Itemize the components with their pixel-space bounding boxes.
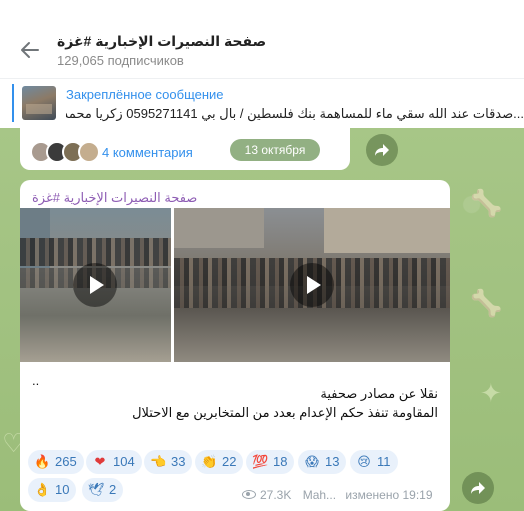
ok-hand-icon: 👌 — [34, 483, 51, 498]
cry-icon: 😢 — [357, 455, 371, 470]
forward-button[interactable] — [366, 134, 398, 166]
heart-icon: ❤ — [94, 455, 106, 470]
reaction-count: 11 — [377, 454, 391, 469]
scream-icon: 😱 — [305, 455, 319, 470]
reaction-count: 22 — [222, 454, 237, 469]
edited-time: изменено 19:19 — [345, 488, 433, 502]
reaction-point[interactable]: 👈 33 — [144, 450, 193, 474]
comments-link[interactable]: 4 комментария — [102, 145, 193, 160]
reaction-heart[interactable]: ❤ 104 — [86, 450, 142, 474]
video-thumbnail-2[interactable] — [174, 208, 450, 362]
reaction-cry[interactable]: 😢 11 — [350, 450, 398, 474]
pinned-label: Закреплённое сообщение — [66, 87, 224, 102]
play-icon[interactable] — [73, 263, 117, 307]
subscriber-count: 129,065 подписчиков — [57, 53, 184, 68]
pinned-indicator — [12, 84, 14, 122]
reaction-count: 2 — [109, 482, 117, 497]
play-icon[interactable] — [290, 263, 334, 307]
caption-ellipsis: .. — [32, 373, 40, 388]
view-count: 27.3K — [260, 488, 292, 502]
channel-title[interactable]: صفحة النصيرات الإخبارية #غزة — [57, 33, 266, 50]
reaction-clap[interactable]: 👏 22 — [195, 450, 244, 474]
reaction-count: 10 — [55, 482, 70, 497]
doodle-bone-icon: 🦴 — [470, 288, 503, 318]
avatar — [78, 141, 100, 163]
reaction-count: 33 — [171, 454, 186, 469]
reaction-ok[interactable]: 👌 10 — [28, 478, 77, 502]
clap-icon: 👏 — [201, 455, 218, 470]
reaction-dove[interactable]: 🕊 2 — [82, 478, 124, 502]
post-signature: Mah... — [302, 488, 337, 502]
video-thumbnail-1[interactable] — [20, 208, 171, 362]
reaction-count: 104 — [113, 454, 135, 469]
share-arrow-icon — [471, 482, 485, 494]
reaction-scream[interactable]: 😱 13 — [298, 450, 347, 474]
forward-button[interactable] — [462, 472, 494, 504]
pointing-hand-icon: 👈 — [150, 455, 167, 470]
reaction-count: 18 — [273, 454, 288, 469]
reaction-hundred[interactable]: 💯 18 — [246, 450, 295, 474]
date-separator: 13 октября — [230, 139, 320, 161]
reaction-count: 13 — [325, 454, 340, 469]
hundred-icon: 💯 — [252, 455, 269, 470]
chat-header: صفحة النصيرات الإخبارية #غزة 129,065 под… — [0, 0, 524, 78]
post-meta: 27.3K Mah... изменено 19:19 — [242, 488, 433, 502]
caption-line-2: المقاومة تنفذ حكم الإعدام بعدد من المتخا… — [132, 405, 438, 420]
doodle-star-icon: ✦ — [480, 378, 502, 408]
reaction-count: 265 — [55, 454, 77, 469]
pinned-thumbnail — [22, 86, 56, 120]
reaction-fire[interactable]: 🔥 265 — [28, 450, 84, 474]
dove-icon: 🕊 — [88, 483, 105, 498]
caption-line-1: نقلا عن مصادر صحفية — [320, 386, 438, 401]
pinned-text: ...صدقات عند الله سقي ماء للمساهمة بنك ف… — [66, 106, 524, 121]
fire-icon: 🔥 — [34, 455, 51, 470]
eye-icon — [242, 490, 256, 499]
commenter-avatars — [30, 141, 100, 163]
share-arrow-icon — [375, 144, 389, 156]
doodle-bone-icon: 🦴 — [470, 188, 503, 218]
back-arrow-icon[interactable] — [18, 38, 42, 62]
post-author[interactable]: صفحة النصيرات الإخبارية #غزة — [32, 190, 197, 206]
